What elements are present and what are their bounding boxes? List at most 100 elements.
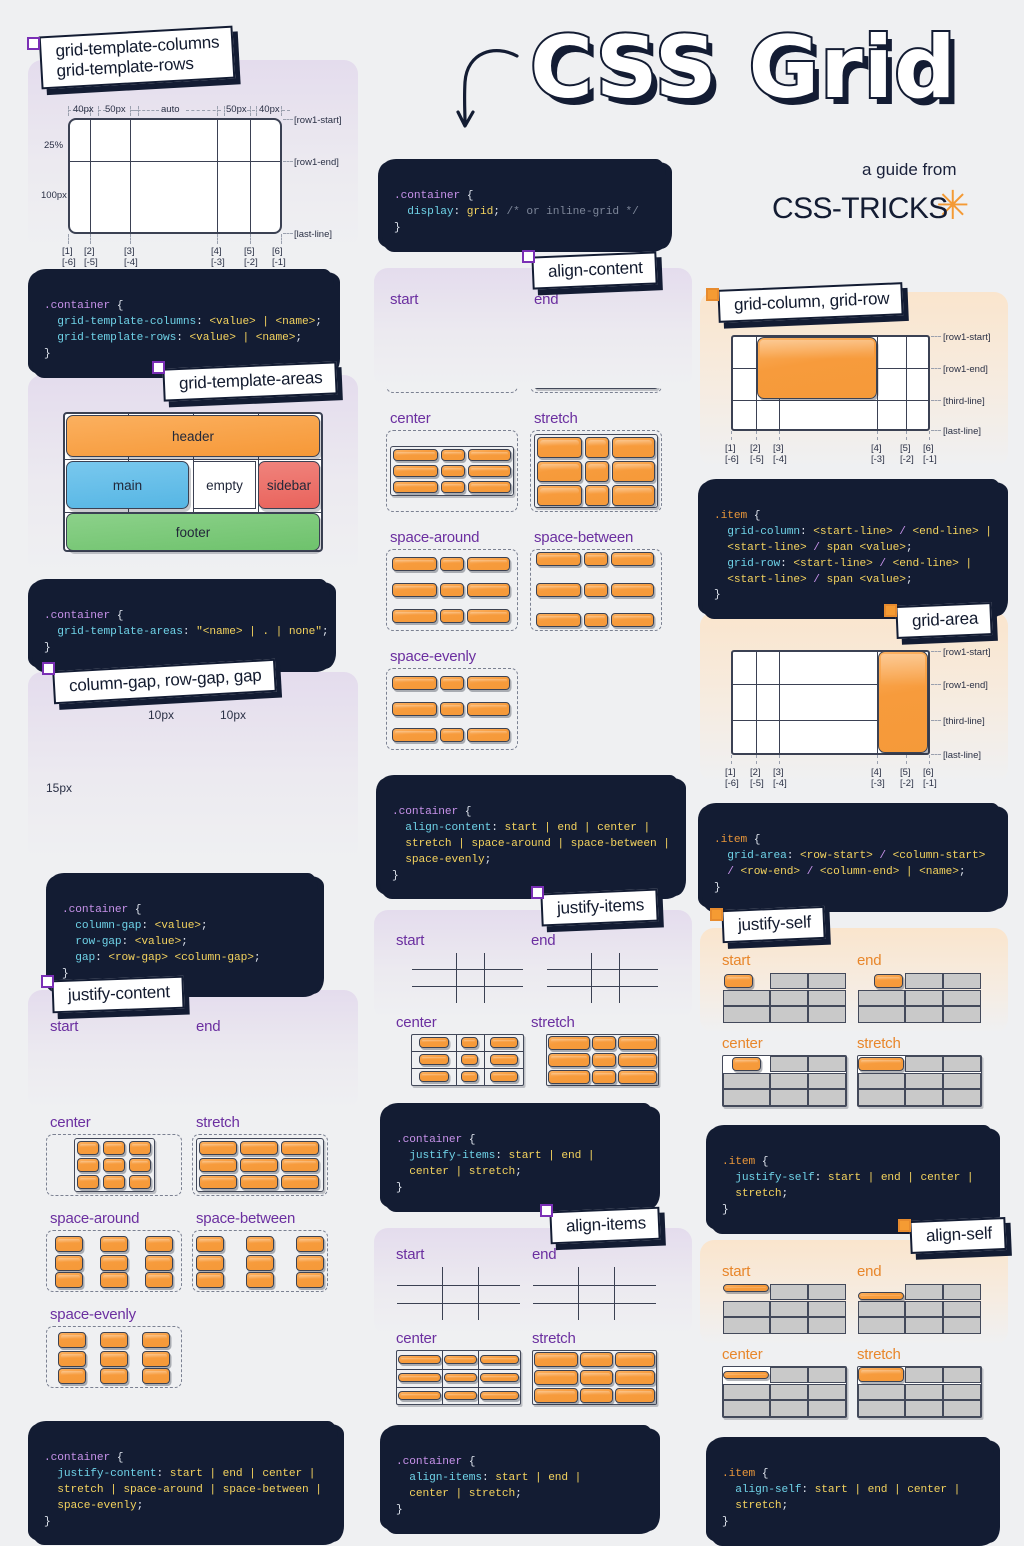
- row-size-label: 25%: [44, 140, 64, 151]
- line-name-label: [last-line]: [294, 229, 333, 240]
- tag-dot-template-cols: [27, 37, 40, 50]
- label-align-content: align-content: [531, 251, 658, 290]
- area-empty: empty: [193, 461, 256, 509]
- grid-line-index: [2] [-5]: [750, 443, 764, 465]
- grid-line-index: [2] [-5]: [84, 246, 98, 268]
- area-main: main: [66, 461, 189, 509]
- line-name-label: [last-line]: [943, 426, 982, 437]
- line-name-label: [row1-start]: [294, 115, 342, 126]
- variant-label: end: [857, 1263, 882, 1280]
- tag-dot-justify-items: [531, 886, 544, 899]
- tag-dot-gaps: [42, 662, 55, 675]
- col-size-label: 50px: [226, 104, 247, 115]
- area-header: header: [66, 415, 320, 457]
- curved-arrow-icon: [456, 49, 519, 128]
- grid-line-index: [5] [-2]: [244, 246, 258, 268]
- variant-label: space-between: [534, 529, 634, 546]
- grid-line-index: [3] [-4]: [124, 246, 138, 268]
- variant-label: center: [50, 1114, 91, 1131]
- code-align-self: .item { align-self: start | end | center…: [706, 1437, 1000, 1546]
- variant-label: start: [396, 1246, 425, 1263]
- variant-label: start: [390, 291, 419, 308]
- line-name-label: [row1-start]: [943, 332, 991, 343]
- panel-align-items: [374, 1228, 692, 1336]
- row-size-label: 100px: [41, 190, 67, 201]
- variant-label: space-evenly: [50, 1306, 136, 1323]
- col-size-label: 40px: [73, 104, 94, 115]
- grid-line-index: [2] [-5]: [750, 767, 764, 789]
- variant-label: stretch: [196, 1114, 240, 1131]
- variant-label: space-around: [50, 1210, 140, 1227]
- variant-label: stretch: [531, 1014, 575, 1031]
- line-name-label: [row1-start]: [943, 647, 991, 658]
- variant-label: space-between: [196, 1210, 296, 1227]
- label-justify-items: justify-items: [540, 888, 659, 927]
- variant-label: stretch: [857, 1346, 901, 1363]
- row-gap-label: 15px: [46, 781, 73, 795]
- variant-label: start: [722, 952, 751, 969]
- variant-label: stretch: [532, 1330, 576, 1347]
- variant-label: center: [722, 1035, 763, 1052]
- grid-line-index: [3] [-4]: [773, 767, 787, 789]
- variant-label: center: [396, 1014, 437, 1031]
- tag-dot-grid-area: [884, 604, 897, 617]
- code-gaps: .container { column-gap: <value>; row-ga…: [46, 872, 324, 998]
- variant-label: stretch: [534, 410, 578, 427]
- label-grid-template-cols-rows: grid-template-columns grid-template-rows: [38, 25, 236, 90]
- csstricks-brand: CSS-TRICKS: [772, 192, 948, 225]
- tag-dot-align-content: [522, 250, 535, 263]
- code-align-content: .container { align-content: start | end …: [376, 774, 686, 900]
- code-template-cols-rows: .container { grid-template-columns: <val…: [28, 269, 340, 378]
- grid-line-index: [1] [-6]: [725, 443, 739, 465]
- col-gap-label: 10px: [220, 708, 247, 722]
- variant-label: end: [534, 291, 559, 308]
- label-align-self: align-self: [909, 1217, 1007, 1255]
- panel-justify-items: [374, 910, 692, 1020]
- label-align-items: align-items: [549, 1206, 661, 1245]
- line-name-label: [row1-end]: [294, 157, 339, 168]
- grid-line-index: [6] [-1]: [272, 246, 286, 268]
- line-name-label: [row1-end]: [943, 364, 988, 375]
- label-justify-self: justify-self: [721, 905, 826, 944]
- grid-line-index: [3] [-4]: [773, 443, 787, 465]
- code-grid-column-row: .item { grid-column: <start-line> / <end…: [698, 478, 1008, 620]
- variant-label: end: [532, 1246, 557, 1263]
- variant-label: center: [722, 1346, 763, 1363]
- line-name-label: [third-line]: [943, 396, 985, 407]
- tag-dot-template-areas: [152, 361, 165, 374]
- grid-line-index: [1] [-6]: [725, 767, 739, 789]
- tag-dot-align-self: [898, 1219, 911, 1232]
- grid-line-index: [4] [-3]: [871, 767, 885, 789]
- variant-label: start: [396, 932, 425, 949]
- variant-label: start: [50, 1018, 79, 1035]
- variant-label: end: [531, 932, 556, 949]
- area-sidebar: sidebar: [258, 461, 320, 509]
- tag-dot-grid-column-row: [706, 288, 719, 301]
- code-grid-area: .item { grid-area: <row-start> / <column…: [698, 803, 1008, 912]
- line-name-label: [row1-end]: [943, 680, 988, 691]
- line-name-label: [third-line]: [943, 716, 985, 727]
- label-grid-area: grid-area: [895, 601, 993, 640]
- grid-line-index: [6] [-1]: [923, 767, 937, 789]
- variant-label: space-evenly: [390, 648, 476, 665]
- code-justify-items: .container { justify-items: start | end …: [380, 1103, 660, 1212]
- label-justify-content: justify-content: [51, 975, 185, 1014]
- page-title: CSS Grid: [528, 16, 958, 120]
- css-grid-poster: CSS Grid a guide from ✳ CSS-TRICKS .cont…: [0, 0, 1024, 1546]
- grid-line-index: [4] [-3]: [871, 443, 885, 465]
- code-justify-self: .item { justify-self: start | end | cent…: [706, 1125, 1000, 1234]
- grid-line-index: [6] [-1]: [923, 443, 937, 465]
- area-footer: footer: [66, 513, 320, 551]
- variant-label: end: [196, 1018, 221, 1035]
- line-name-label: [last-line]: [943, 750, 982, 761]
- tag-dot-justify-self: [710, 908, 723, 921]
- variant-label: stretch: [857, 1035, 901, 1052]
- col-size-label: auto: [161, 104, 180, 115]
- tag-dot-justify-content: [41, 975, 54, 988]
- code-justify-content: .container { justify-content: start | en…: [28, 1420, 344, 1546]
- grid-line-index: [4] [-3]: [211, 246, 225, 268]
- variant-label: center: [390, 410, 431, 427]
- variant-label: space-around: [390, 529, 480, 546]
- col-size-label: 40px: [259, 104, 280, 115]
- code-align-items: .container { align-items: start | end | …: [380, 1425, 660, 1534]
